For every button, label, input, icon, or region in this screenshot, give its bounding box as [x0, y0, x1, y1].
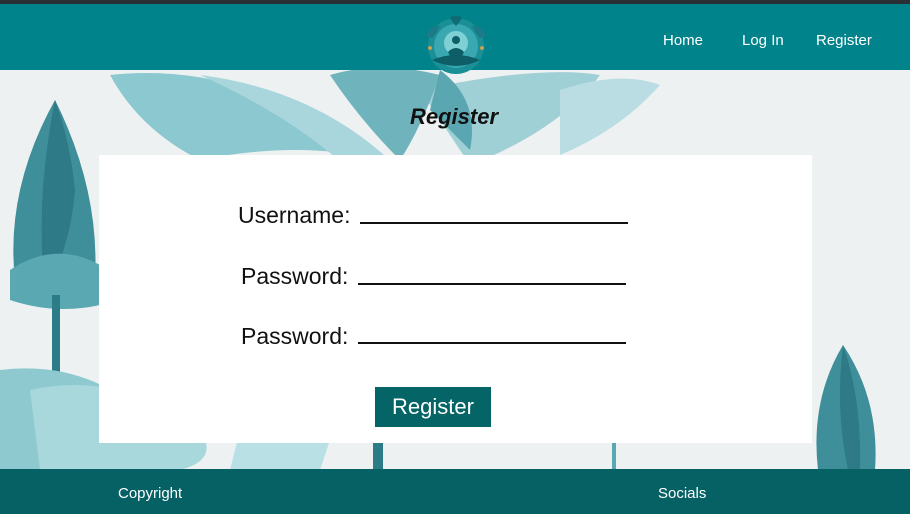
username-label: Username:	[238, 202, 351, 228]
nav-home-link[interactable]: Home	[663, 32, 703, 49]
confirm-password-field[interactable]	[358, 320, 626, 344]
copyright-text: Copyright	[118, 485, 183, 502]
confirm-password-label: Password:	[241, 323, 349, 349]
lotus-meditation-logo-icon[interactable]	[418, 16, 494, 82]
footer-bar: Copyright Socials	[0, 469, 910, 514]
nav-login-link[interactable]: Log In	[742, 32, 784, 49]
password-label: Password:	[241, 263, 349, 289]
username-field[interactable]	[360, 200, 628, 224]
register-button[interactable]: Register	[375, 387, 491, 427]
password-field[interactable]	[358, 261, 626, 285]
nav-register-link[interactable]: Register	[816, 32, 872, 49]
socials-link[interactable]: Socials	[658, 485, 706, 502]
page-title: Register	[410, 104, 499, 129]
